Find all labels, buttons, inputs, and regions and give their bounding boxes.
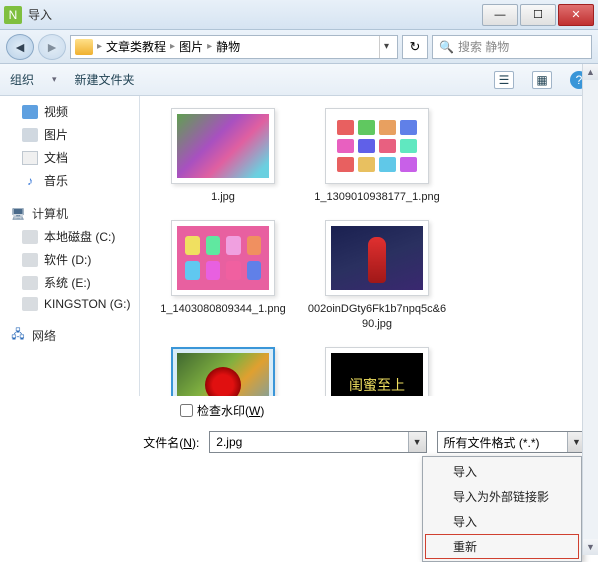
crumb-0[interactable]: 文章类教程 bbox=[106, 38, 166, 55]
scroll-down-icon[interactable]: ▼ bbox=[583, 539, 598, 555]
search-placeholder: 搜索 静物 bbox=[458, 38, 509, 55]
view-icon[interactable]: ☰ bbox=[494, 71, 514, 89]
file-item[interactable]: 1_1309010938177_1.png bbox=[302, 102, 452, 210]
nav-bar: ◄ ► ▸ 文章类教程 ▸ 图片 ▸ 静物 ▾ ↻ 🔍 搜索 静物 bbox=[0, 30, 598, 64]
close-button[interactable]: ✕ bbox=[558, 4, 594, 26]
file-item[interactable]: 1_1403080809344_1.png bbox=[148, 214, 298, 337]
file-pane: 1.jpg 1_1309010938177_1.png 1_1403080809… bbox=[140, 96, 598, 396]
sidebar-item-drive-e[interactable]: 系统 (E:) bbox=[0, 271, 139, 294]
window-title: 导入 bbox=[28, 6, 480, 23]
app-icon: N bbox=[4, 6, 22, 24]
sidebar-item-drive-c[interactable]: 本地磁盘 (C:) bbox=[0, 225, 139, 248]
scroll-up-icon[interactable]: ▲ bbox=[583, 64, 598, 80]
sidebar-item-network[interactable]: 🖧网络 bbox=[0, 324, 139, 347]
sidebar-item-video[interactable]: 视频 bbox=[0, 100, 139, 123]
watermark-checkbox[interactable] bbox=[180, 404, 193, 417]
watermark-label: 检查水印(W) bbox=[197, 402, 264, 419]
menu-item-import-2[interactable]: 导入 bbox=[425, 509, 579, 534]
import-dropdown-menu: 导入 导入为外部链接影 导入 重新 bbox=[422, 456, 582, 562]
file-item[interactable]: 002oinDGty6Fk1b7npq5c&690.jpg bbox=[302, 214, 452, 337]
organize-button[interactable]: 组织 bbox=[10, 71, 34, 88]
watermark-row: 检查水印(W) bbox=[0, 396, 598, 427]
crumb-1[interactable]: 图片 bbox=[179, 38, 203, 55]
sidebar-item-documents[interactable]: 文档 bbox=[0, 146, 139, 169]
forward-button[interactable]: ► bbox=[38, 34, 66, 60]
sidebar-item-computer[interactable]: 🖥计算机 bbox=[0, 202, 139, 225]
body: 视频 图片 文档 ♪音乐 🖥计算机 本地磁盘 (C:) 软件 (D:) 系统 (… bbox=[0, 96, 598, 396]
search-icon: 🔍 bbox=[439, 40, 454, 54]
menu-item-reload[interactable]: 重新 bbox=[425, 534, 579, 559]
sidebar-item-drive-d[interactable]: 软件 (D:) bbox=[0, 248, 139, 271]
chevron-down-icon[interactable]: ▼ bbox=[408, 432, 426, 452]
filename-input[interactable]: 2.jpg ▼ bbox=[209, 431, 426, 453]
breadcrumb[interactable]: ▸ 文章类教程 ▸ 图片 ▸ 静物 ▾ bbox=[70, 35, 398, 59]
maximize-button[interactable]: ☐ bbox=[520, 4, 556, 26]
file-item[interactable]: 闺蜜至上 2-13050322412O.jpg bbox=[302, 341, 452, 396]
sidebar-item-pictures[interactable]: 图片 bbox=[0, 123, 139, 146]
filetype-select[interactable]: 所有文件格式 (*.*) ▼ bbox=[437, 431, 586, 453]
toolbar: 组织▾ 新建文件夹 ☰ ▦ ? bbox=[0, 64, 598, 96]
back-button[interactable]: ◄ bbox=[6, 34, 34, 60]
title-bar: N 导入 — ☐ ✕ bbox=[0, 0, 598, 30]
file-item[interactable]: 1.jpg bbox=[148, 102, 298, 210]
file-item-selected[interactable]: 2.jpg bbox=[148, 341, 298, 396]
menu-item-import[interactable]: 导入 bbox=[425, 459, 579, 484]
breadcrumb-dropdown[interactable]: ▾ bbox=[379, 36, 393, 58]
menu-item-import-external[interactable]: 导入为外部链接影 bbox=[425, 484, 579, 509]
scrollbar-vertical[interactable]: ▲ ▼ bbox=[582, 64, 598, 555]
folder-icon bbox=[75, 39, 93, 55]
new-folder-button[interactable]: 新建文件夹 bbox=[75, 71, 135, 88]
thumbnail-icon[interactable]: ▦ bbox=[532, 71, 552, 89]
sidebar-item-music[interactable]: ♪音乐 bbox=[0, 169, 139, 192]
crumb-2[interactable]: 静物 bbox=[216, 38, 240, 55]
search-input[interactable]: 🔍 搜索 静物 bbox=[432, 35, 592, 59]
sidebar: 视频 图片 文档 ♪音乐 🖥计算机 本地磁盘 (C:) 软件 (D:) 系统 (… bbox=[0, 96, 140, 396]
minimize-button[interactable]: — bbox=[482, 4, 518, 26]
filename-label: 文件名(N): bbox=[0, 434, 199, 451]
sidebar-item-drive-g[interactable]: KINGSTON (G:) bbox=[0, 294, 139, 314]
refresh-button[interactable]: ↻ bbox=[402, 35, 428, 59]
